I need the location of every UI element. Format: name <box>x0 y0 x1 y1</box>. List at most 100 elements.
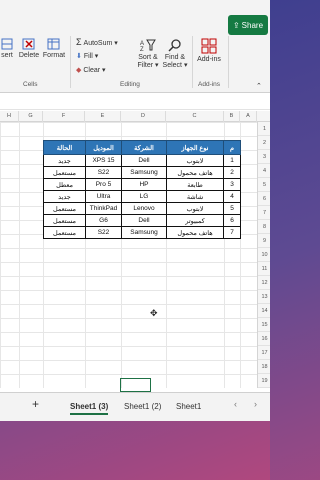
row-header[interactable]: 19 <box>258 374 270 388</box>
column-header[interactable]: D <box>121 111 166 122</box>
table-cell[interactable]: S22 <box>85 166 122 179</box>
group-divider <box>192 36 193 88</box>
scroll-tabs-left-icon[interactable]: ‹ <box>234 399 237 409</box>
table-cell[interactable]: HP <box>121 178 167 191</box>
table-cell[interactable]: Ultra <box>85 190 122 203</box>
table-cell[interactable]: Dell <box>121 214 167 227</box>
table-cell[interactable]: S22 <box>85 226 122 239</box>
sheet-tab[interactable]: Sheet1 <box>176 399 201 415</box>
table-header-cell[interactable]: م <box>223 140 241 155</box>
table-cell[interactable]: Lenovo <box>121 202 167 215</box>
table-header-cell[interactable]: الشركة <box>121 140 167 155</box>
table-row: 6 كمبيوتر Dell G6 مستعمل <box>43 214 241 227</box>
insert-icon <box>1 38 13 50</box>
table-cell[interactable]: مستعمل <box>43 214 86 227</box>
table-cell[interactable]: 2 <box>223 166 241 179</box>
autosum-button[interactable]: Σ AutoSum ▾ <box>76 37 118 47</box>
table-cell[interactable]: LG <box>121 190 167 203</box>
excel-window: ⇪ Share sert Delete Format Cells Σ AutoS… <box>0 0 270 421</box>
table-cell[interactable]: طابعة <box>166 178 224 191</box>
row-header[interactable]: 2 <box>258 136 270 150</box>
row-header[interactable]: 15 <box>258 318 270 332</box>
row-header[interactable]: 6 <box>258 192 270 206</box>
table-cell[interactable]: 3 <box>223 178 241 191</box>
row-header[interactable]: 12 <box>258 276 270 290</box>
row-header[interactable]: 7 <box>258 206 270 220</box>
column-header[interactable]: H <box>0 111 19 122</box>
table-cell[interactable]: لابتوب <box>166 154 224 167</box>
table-cell[interactable]: 5 <box>223 202 241 215</box>
row-header[interactable]: 13 <box>258 290 270 304</box>
addins-button[interactable]: Add-ins <box>196 38 222 63</box>
group-divider <box>228 36 229 88</box>
chevron-down-icon: ▾ <box>102 67 106 74</box>
table-cell[interactable]: كمبيوتر <box>166 214 224 227</box>
share-icon: ⇪ <box>232 20 240 30</box>
row-header[interactable]: 8 <box>258 220 270 234</box>
devices-table: م نوع الجهاز الشركة الموديل الحالة 1 لاب… <box>43 140 241 239</box>
row-header[interactable]: 10 <box>258 248 270 262</box>
column-header[interactable]: B <box>224 111 240 122</box>
insert-button[interactable]: sert <box>0 38 14 59</box>
ribbon-collapse-icon[interactable]: ⌃ <box>256 82 262 90</box>
table-cell[interactable]: Samsung <box>121 226 167 239</box>
table-cell[interactable]: 6 <box>223 214 241 227</box>
row-header[interactable]: 18 <box>258 360 270 374</box>
grid-line <box>19 122 20 388</box>
sort-filter-icon: AZ <box>140 39 156 53</box>
table-cell[interactable]: مستعمل <box>43 166 86 179</box>
column-header[interactable]: C <box>166 111 224 122</box>
table-cell[interactable]: 7 <box>223 226 241 239</box>
table-cell[interactable]: شاشة <box>166 190 224 203</box>
table-cell[interactable]: هاتف محمول <box>166 226 224 239</box>
column-header[interactable]: A <box>240 111 257 122</box>
row-header[interactable]: 4 <box>258 164 270 178</box>
table-cell[interactable]: 5 Pro <box>85 178 122 191</box>
table-cell[interactable]: هاتف محمول <box>166 166 224 179</box>
table-header-cell[interactable]: نوع الجهاز <box>166 140 224 155</box>
table-header-cell[interactable]: الحالة <box>43 140 86 155</box>
clear-button[interactable]: ◆ Clear ▾ <box>76 66 106 74</box>
table-cell[interactable]: جديد <box>43 154 86 167</box>
column-header[interactable]: G <box>19 111 43 122</box>
column-header[interactable]: F <box>43 111 85 122</box>
table-cell[interactable]: 4 <box>223 190 241 203</box>
fill-button[interactable]: ⬇ Fill ▾ <box>76 52 98 60</box>
table-cell[interactable]: مستعمل <box>43 202 86 215</box>
row-header[interactable]: 14 <box>258 304 270 318</box>
sheet-tab[interactable]: Sheet1 (3) <box>70 399 109 415</box>
table-cell[interactable]: مستعمل <box>43 226 86 239</box>
table-cell[interactable]: Dell <box>121 154 167 167</box>
sort-filter-button[interactable]: AZ Sort & Filter ▾ <box>134 38 162 69</box>
sheet-tab[interactable]: Sheet1 (2) <box>124 399 161 415</box>
row-header[interactable]: 17 <box>258 346 270 360</box>
row-header[interactable]: 5 <box>258 178 270 192</box>
row-header[interactable]: 1 <box>258 122 270 136</box>
find-select-button[interactable]: Find & Select ▾ <box>162 38 188 69</box>
row-header[interactable]: 9 <box>258 234 270 248</box>
cells-group-label: Cells <box>23 81 38 88</box>
table-cell[interactable]: 1 <box>223 154 241 167</box>
scroll-tabs-right-icon[interactable]: › <box>254 399 257 409</box>
table-header-row: م نوع الجهاز الشركة الموديل الحالة <box>43 140 241 155</box>
selected-cell[interactable] <box>120 378 151 392</box>
table-cell[interactable]: معطل <box>43 178 86 191</box>
formula-bar-area <box>0 94 270 110</box>
table-cell[interactable]: G6 <box>85 214 122 227</box>
table-cell[interactable]: XPS 15 <box>85 154 122 167</box>
delete-button[interactable]: Delete <box>16 38 42 59</box>
row-header[interactable]: 11 <box>258 262 270 276</box>
share-button[interactable]: ⇪ Share <box>228 15 268 35</box>
table-cell[interactable]: جديد <box>43 190 86 203</box>
table-cell[interactable]: Samsung <box>121 166 167 179</box>
table-header-cell[interactable]: الموديل <box>85 140 122 155</box>
column-header[interactable]: E <box>85 111 121 122</box>
table-cell[interactable]: ThinkPad <box>85 202 122 215</box>
table-cell[interactable]: لابتوب <box>166 202 224 215</box>
format-button[interactable]: Format <box>42 38 66 59</box>
row-header[interactable]: 3 <box>258 150 270 164</box>
row-header[interactable]: 16 <box>258 332 270 346</box>
magnifier-icon <box>168 39 181 52</box>
fill-down-icon: ⬇ <box>76 53 82 60</box>
add-sheet-button[interactable]: + <box>32 397 39 411</box>
